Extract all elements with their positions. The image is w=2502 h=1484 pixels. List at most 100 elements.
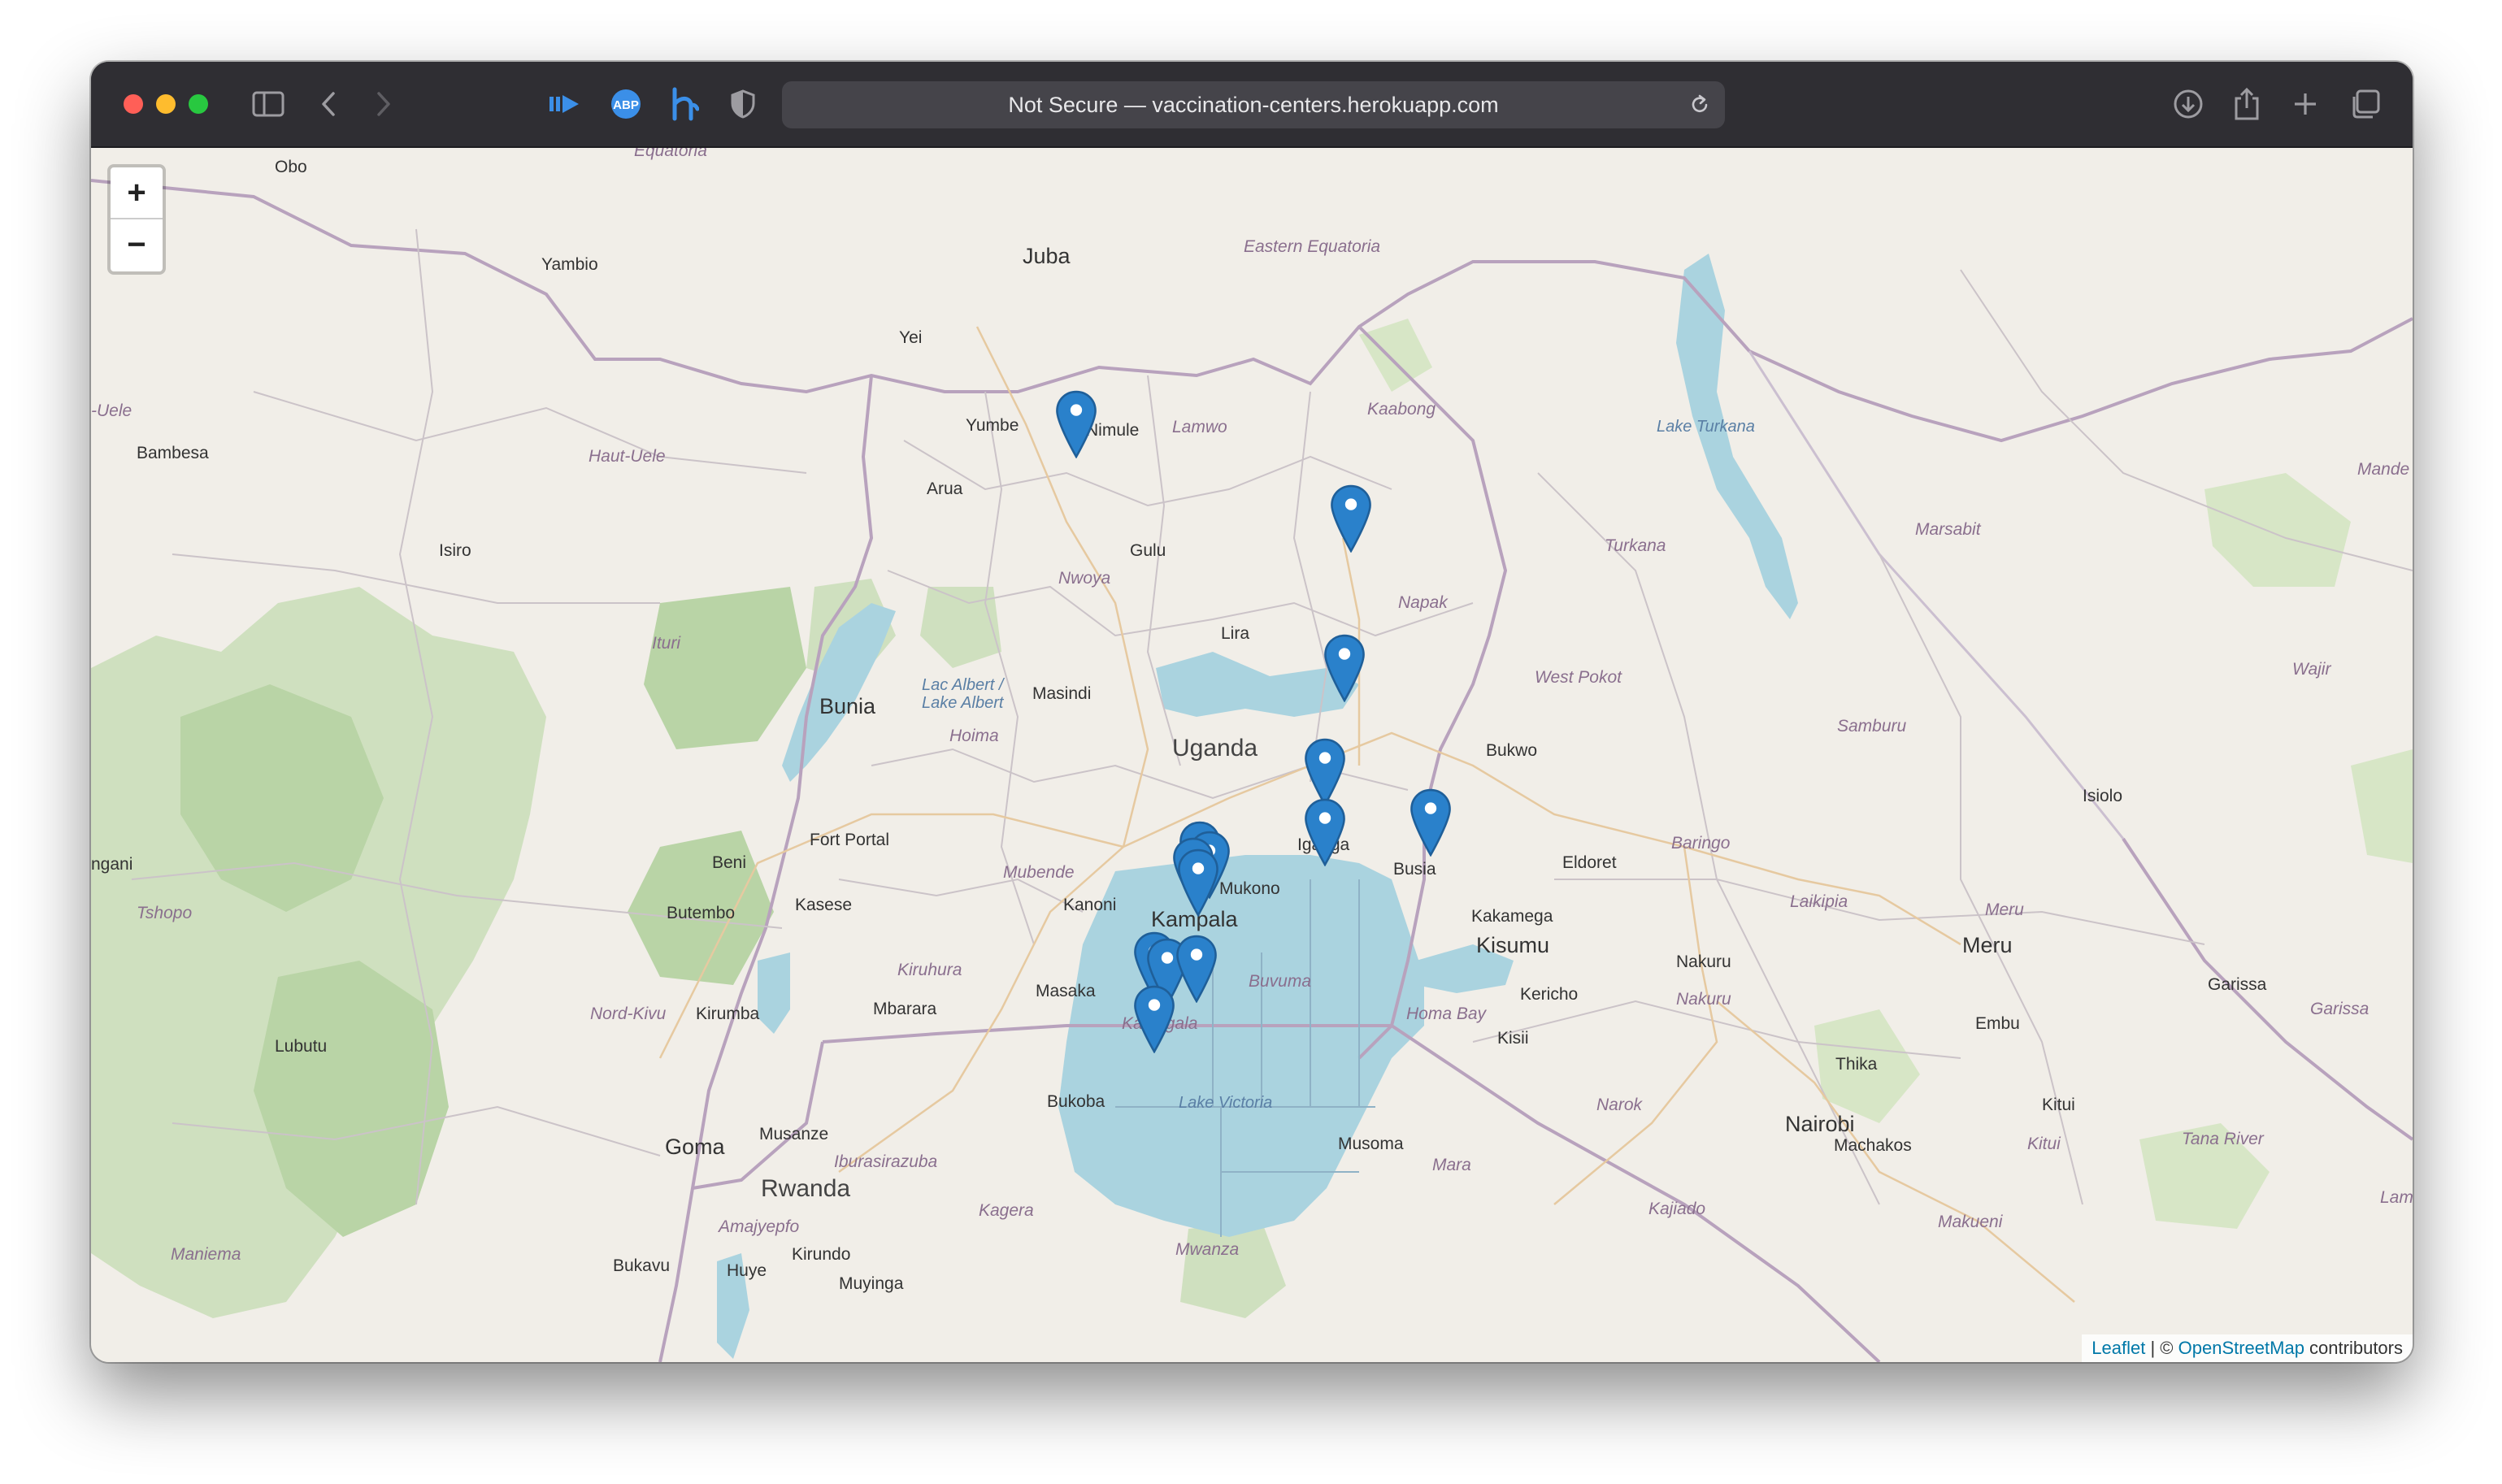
map-label: Narok [1596, 1096, 1643, 1114]
map-label: Butembo [667, 904, 736, 922]
map-label: Nairobi [1785, 1112, 1855, 1136]
map-label: Bukoba [1047, 1092, 1105, 1111]
vaccination-center-marker[interactable] [1133, 985, 1175, 1053]
address-text: Not Secure — vaccination-centers.herokua… [1008, 92, 1499, 117]
honey-extension-icon[interactable] [662, 83, 704, 125]
zoom-in-button[interactable]: + [111, 167, 163, 219]
map-view[interactable]: Obo Equatoria Juba Eastern Equatoria Yam… [91, 148, 2413, 1362]
map-label: Machakos [1834, 1136, 1912, 1155]
map-label: Lake Turkana [1657, 418, 1755, 436]
map-label: Huye [727, 1261, 767, 1280]
vaccination-center-marker[interactable] [1055, 390, 1097, 458]
vaccination-center-marker[interactable] [1304, 798, 1346, 866]
map-label: Haut-Uele [589, 447, 666, 466]
map-label: Lira [1221, 624, 1250, 643]
zoom-control: + − [107, 164, 166, 275]
map-label: Meru [1962, 933, 2013, 957]
map-label: Beni [712, 853, 747, 872]
zoom-out-button[interactable]: − [111, 219, 163, 270]
map-label: Mbarara [873, 1000, 937, 1018]
map-label: Wajir [2292, 660, 2331, 679]
map-label: Equatoria [634, 148, 707, 160]
privacy-shield-icon[interactable] [722, 83, 764, 125]
browser-window: ABP Not Secure — vaccination-centers.her… [91, 62, 2413, 1362]
map-label: Maniema [171, 1245, 241, 1264]
vaccination-center-marker[interactable] [1177, 848, 1219, 917]
forward-icon[interactable] [363, 83, 405, 125]
map-label: Lac Albert / [922, 676, 1004, 694]
map-label: Mubende [1003, 863, 1075, 882]
map-label: Buvuma [1249, 972, 1312, 991]
map-label: Garissa [2208, 975, 2267, 994]
map-label: Amajyepfo [719, 1217, 800, 1236]
map-label: Kirundo [792, 1245, 851, 1264]
adblock-icon[interactable]: ABP [605, 83, 647, 125]
map-label: Kericho [1520, 985, 1579, 1004]
map-label: Kirumba [696, 1005, 760, 1023]
map-label: Yei [899, 328, 923, 347]
map-label: Lam [2380, 1188, 2413, 1207]
vaccination-center-marker[interactable] [1304, 738, 1346, 806]
browser-toolbar: ABP Not Secure — vaccination-centers.her… [91, 62, 2413, 148]
map-label: Samburu [1837, 717, 1907, 735]
map-label: Isiro [439, 541, 471, 560]
map-label: Kanoni [1063, 896, 1117, 914]
map-label: Nakuru [1676, 952, 1731, 971]
map-label: Kasese [795, 896, 853, 914]
map-label: Marsabit [1915, 520, 1981, 539]
tab-overview-icon[interactable] [2344, 83, 2387, 125]
vaccination-center-marker[interactable] [1323, 634, 1366, 702]
map-label: Nakuru [1676, 990, 1731, 1009]
new-tab-icon[interactable] [2284, 83, 2326, 125]
map-label: Ituri [652, 634, 681, 653]
map-label: -Uele [91, 401, 132, 420]
map-label: Rwanda [761, 1175, 851, 1202]
map-label: Meru [1985, 900, 2024, 919]
reload-icon[interactable] [1684, 89, 1715, 120]
map-label: Napak [1398, 593, 1448, 612]
map-label: Garissa [2310, 1000, 2370, 1018]
map-label: Iburasirazuba [834, 1152, 938, 1171]
map-label: Bukavu [613, 1256, 671, 1275]
share-icon[interactable] [2226, 83, 2268, 125]
map-label: Bukwo [1486, 741, 1538, 760]
map-label: Bambesa [137, 444, 209, 462]
downloads-icon[interactable] [2167, 83, 2209, 125]
map-label: Laikipia [1790, 892, 1848, 911]
map-label: Hoima [949, 727, 999, 745]
vaccination-center-marker[interactable] [1330, 484, 1372, 553]
map-label: Goma [665, 1135, 725, 1159]
map-label: ngani [91, 855, 133, 874]
sidebar-toggle-icon[interactable] [247, 83, 289, 125]
leaflet-link[interactable]: Leaflet [2092, 1338, 2145, 1358]
map-label: Baringo [1671, 834, 1731, 853]
map-label: Mwanza [1175, 1240, 1240, 1259]
video-extension-icon[interactable] [543, 83, 585, 125]
vaccination-center-marker[interactable] [1175, 935, 1218, 1003]
map-label: Masaka [1036, 982, 1096, 1000]
map-label: Kitui [2027, 1135, 2061, 1153]
address-bar[interactable]: Not Secure — vaccination-centers.herokua… [782, 81, 1725, 128]
map-label: Muyinga [839, 1274, 904, 1293]
minimize-window-button[interactable] [156, 94, 176, 114]
map-label: Arua [927, 479, 963, 498]
map-label: Makueni [1938, 1213, 2003, 1231]
map-label: Tana River [2182, 1130, 2264, 1148]
map-label: Yambio [541, 255, 598, 274]
openstreetmap-link[interactable]: OpenStreetMap [2178, 1338, 2304, 1358]
map-label: Lake Victoria [1179, 1094, 1273, 1112]
map-label: Tshopo [137, 904, 193, 922]
back-icon[interactable] [307, 83, 350, 125]
vaccination-center-marker[interactable] [1410, 788, 1452, 857]
map-label: Obo [275, 158, 307, 176]
map-label: Nwoya [1058, 569, 1111, 588]
maximize-window-button[interactable] [189, 94, 208, 114]
map-label: Lake Albert [922, 694, 1004, 712]
map-label: Kitui [2042, 1096, 2075, 1114]
map-label: Kisumu [1476, 933, 1550, 957]
map-label: Eastern Equatoria [1244, 237, 1381, 256]
map-label: Musoma [1338, 1135, 1404, 1153]
map-label: Mara [1432, 1156, 1471, 1174]
close-window-button[interactable] [124, 94, 143, 114]
map-label: Thika [1835, 1055, 1878, 1074]
